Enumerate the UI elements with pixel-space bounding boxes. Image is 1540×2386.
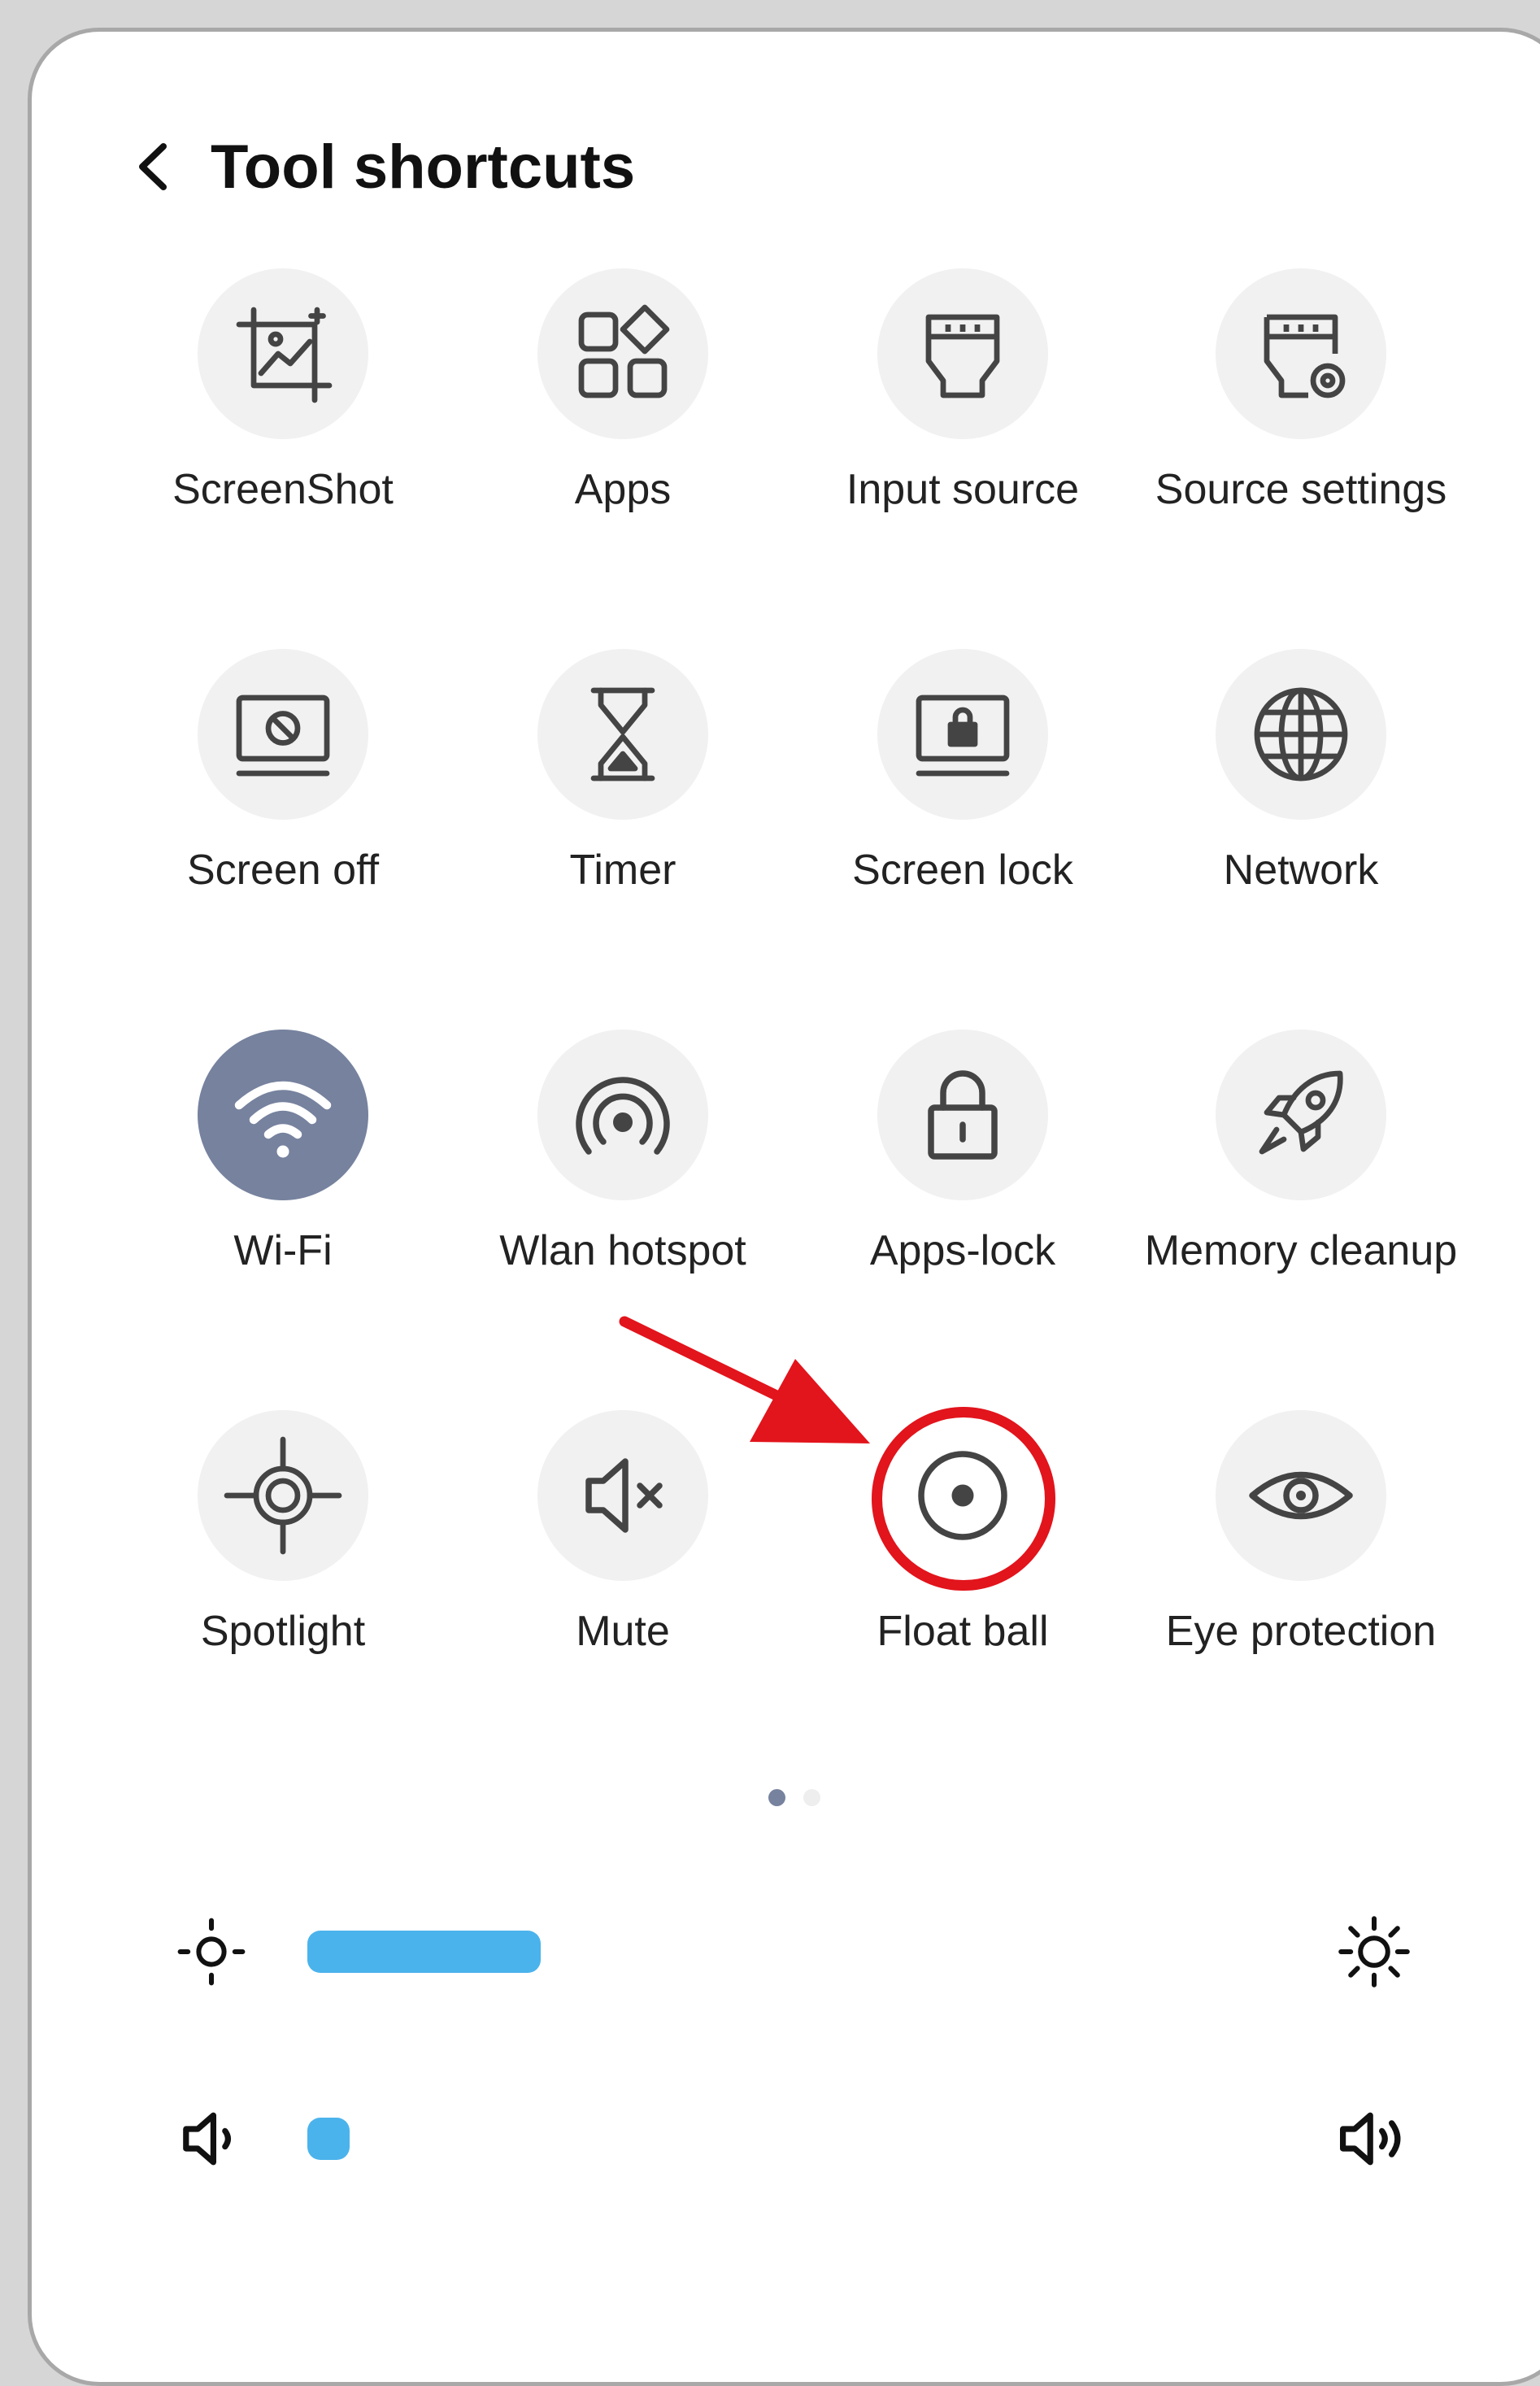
tile-wifi[interactable]: Wi-Fi — [120, 1030, 446, 1274]
tile-label: Source settings — [1155, 466, 1447, 513]
wifi-icon — [234, 1081, 332, 1158]
tile-label: Memory cleanup — [1144, 1227, 1458, 1274]
tile-label: Float ball — [877, 1608, 1049, 1655]
tile-network[interactable]: Network — [1138, 649, 1464, 894]
tile-icon-bg — [877, 268, 1048, 439]
volume-row — [163, 2090, 1423, 2188]
tile-label: Wlan hotspot — [499, 1227, 746, 1274]
tile-icon-bg — [198, 268, 368, 439]
tile-label: Mute — [576, 1608, 670, 1655]
page-dot[interactable] — [803, 1789, 820, 1806]
tile-label: Eye protection — [1165, 1608, 1437, 1655]
input-source-icon — [925, 314, 1000, 398]
tile-mute[interactable]: Mute — [460, 1410, 785, 1655]
tile-apps[interactable]: Apps — [460, 268, 785, 513]
brightness-slider[interactable] — [307, 1931, 1278, 1973]
tile-icon-bg — [877, 649, 1048, 820]
screenshot-icon — [236, 307, 333, 403]
tile-icon-bg — [877, 1410, 1048, 1581]
float-ball-icon — [918, 1451, 1007, 1540]
tile-screenshot[interactable]: ScreenShot — [120, 268, 446, 513]
tile-icon-bg — [1216, 1030, 1386, 1200]
tile-icon-bg — [877, 1030, 1048, 1200]
rocket-icon — [1259, 1070, 1343, 1155]
chevron-left-icon — [139, 143, 167, 190]
tile-wlan-hotspot[interactable]: Wlan hotspot — [460, 1030, 785, 1274]
tile-float-ball[interactable]: Float ball — [800, 1410, 1125, 1655]
tile-icon-bg — [198, 649, 368, 820]
tile-label: Apps-lock — [869, 1227, 1056, 1274]
tile-apps-lock[interactable]: Apps-lock — [800, 1030, 1125, 1274]
tile-screen-off[interactable]: Screen off — [120, 649, 446, 894]
tile-label: Apps — [574, 466, 672, 513]
tile-icon-bg — [1216, 649, 1386, 820]
brightness-row — [163, 1903, 1423, 2001]
tile-input-source[interactable]: Input source — [800, 268, 1125, 513]
page-dot-current[interactable] — [768, 1789, 785, 1806]
crosshair-icon — [224, 1436, 342, 1555]
tile-icon-bg — [198, 1030, 368, 1200]
tile-label: Screen off — [186, 847, 380, 894]
hotspot-icon — [576, 1077, 670, 1155]
tile-label: Input source — [846, 466, 1080, 513]
header: Tool shortcuts — [134, 130, 635, 203]
tile-spotlight[interactable]: Spotlight — [120, 1410, 446, 1655]
tile-icon-bg — [198, 1410, 368, 1581]
tile-screen-lock[interactable]: Screen lock — [800, 649, 1125, 894]
tile-label: Spotlight — [200, 1608, 366, 1655]
screen-off-icon — [236, 694, 330, 777]
page-title: Tool shortcuts — [211, 132, 636, 202]
apps-icon — [578, 304, 670, 398]
back-button[interactable] — [134, 134, 183, 199]
tile-label: Timer — [569, 847, 676, 894]
tile-label: ScreenShot — [172, 466, 394, 513]
brightness-fill — [307, 1931, 541, 1973]
tile-icon-bg — [537, 1030, 708, 1200]
mute-icon — [585, 1458, 663, 1533]
tile-icon-bg — [1216, 268, 1386, 439]
hourglass-icon — [590, 687, 655, 782]
tile-icon-bg — [537, 649, 708, 820]
tile-timer[interactable]: Timer — [460, 649, 785, 894]
tile-source-settings[interactable]: Source settings — [1138, 268, 1464, 513]
tile-eye-protection[interactable]: Eye protection — [1138, 1410, 1464, 1655]
tile-label: Network — [1223, 847, 1379, 894]
eye-icon — [1249, 1471, 1353, 1520]
padlock-icon — [928, 1070, 998, 1160]
tile-icon-bg — [537, 1410, 708, 1581]
volume-high-icon — [1340, 2112, 1401, 2166]
tile-icon-bg — [1216, 1410, 1386, 1581]
brightness-high-icon — [1338, 1916, 1410, 1988]
tile-label: Screen lock — [852, 847, 1073, 894]
tile-icon-bg — [537, 268, 708, 439]
brightness-low-icon — [177, 1918, 246, 1986]
page-indicator — [768, 1789, 820, 1806]
volume-fill — [307, 2118, 350, 2160]
globe-icon — [1254, 687, 1348, 782]
source-settings-icon — [1264, 314, 1346, 398]
volume-low-icon — [183, 2112, 231, 2166]
volume-slider[interactable] — [307, 2118, 1278, 2160]
tile-label: Wi-Fi — [233, 1227, 333, 1274]
tile-memory-cleanup[interactable]: Memory cleanup — [1138, 1030, 1464, 1274]
screen-lock-icon — [916, 694, 1010, 777]
